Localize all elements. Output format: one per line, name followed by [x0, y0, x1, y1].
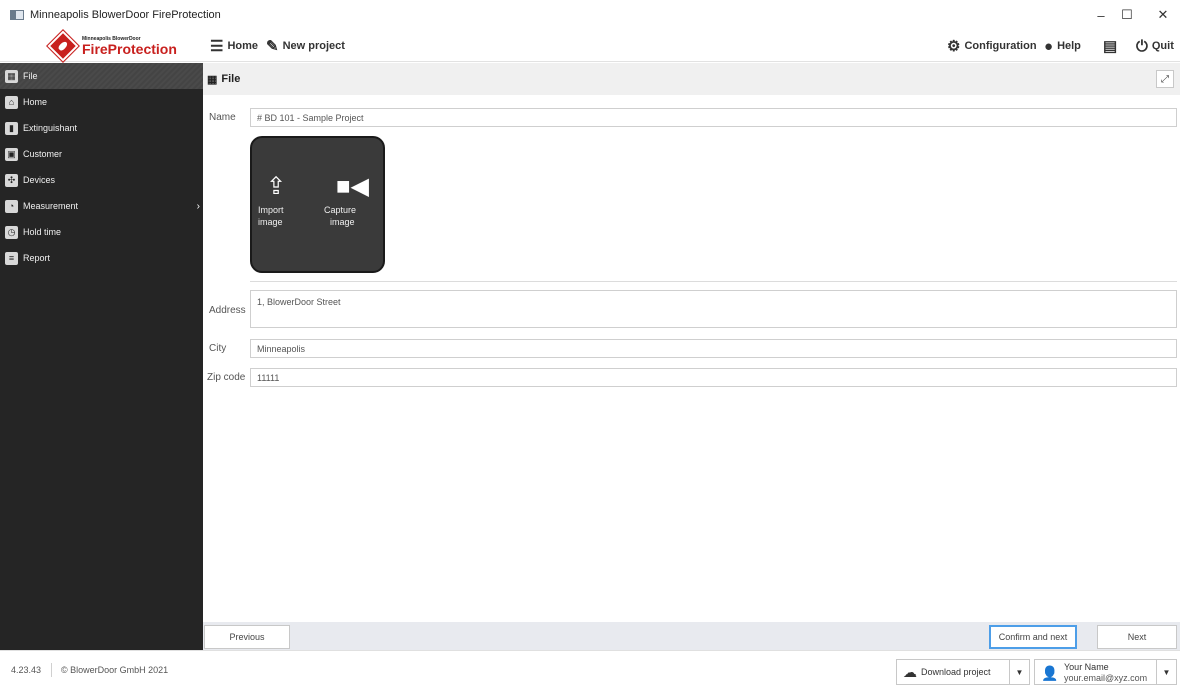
download-project-button[interactable]: ☁ Download project ▼: [896, 659, 1030, 685]
chevron-right-icon: ›: [196, 200, 200, 212]
expand-icon: ⤢: [1161, 73, 1169, 85]
window-title: Minneapolis BlowerDoor FireProtection: [30, 9, 221, 21]
sidebar-item-label: Report: [23, 253, 51, 263]
fan-icon: ✣: [5, 173, 18, 187]
extinguisher-icon: ▮: [5, 121, 18, 135]
sidebar-item-label: Home: [23, 97, 48, 107]
edit-icon: ✎: [266, 38, 279, 55]
app-logo: Minneapolis BlowerDoor FireProtection: [46, 29, 202, 63]
report-icon: ≡: [5, 251, 18, 265]
capture-image-label-2: image: [330, 217, 355, 227]
lightbulb-icon: ●: [1044, 37, 1054, 55]
configuration-label: Configuration: [964, 40, 1037, 52]
logo-big-text: FireProtection: [82, 40, 177, 57]
sidebar-item-file[interactable]: ▦ File: [0, 63, 203, 89]
sidebar-item-hold-time[interactable]: ◷ Hold time: [0, 219, 203, 245]
title-bar: Minneapolis BlowerDoor FireProtection: [0, 0, 1180, 30]
sidebar-item-label: Hold time: [23, 227, 62, 237]
previous-button[interactable]: Previous: [204, 625, 290, 649]
version-text: 4.23.43: [11, 665, 42, 675]
new-project-label: New project: [282, 40, 345, 52]
sidebar-item-label: Extinguishant: [23, 123, 78, 133]
page-header: ▦ File ⤢: [203, 63, 1180, 95]
user-icon: 👤: [1041, 665, 1059, 681]
city-field[interactable]: Minneapolis: [250, 339, 1177, 358]
maximize-button[interactable]: ☐: [1110, 0, 1144, 30]
name-label: Name: [209, 112, 236, 123]
fullscreen-button[interactable]: ⤢: [1156, 70, 1174, 88]
zip-code-field[interactable]: 11111: [250, 368, 1177, 387]
user-account-button[interactable]: 👤 Your Name your.email@xyz.com ▼: [1034, 659, 1177, 685]
city-label: City: [209, 343, 227, 354]
chevron-down-icon[interactable]: ▼: [1156, 660, 1176, 684]
user-name: Your Name: [1064, 662, 1109, 672]
confirm-and-next-button[interactable]: Confirm and next: [989, 625, 1077, 649]
contact-card-icon: ▣: [5, 147, 18, 161]
window-icon: ▤: [1103, 38, 1118, 55]
sidebar-item-extinguishant[interactable]: ▮ Extinguishant: [0, 115, 203, 141]
logo-flame-icon: [46, 29, 80, 63]
app-icon: [10, 10, 24, 20]
next-button[interactable]: Next: [1097, 625, 1177, 649]
close-button[interactable]: ✕: [1146, 0, 1180, 30]
sidebar-item-label: Devices: [23, 175, 56, 185]
home-label: Home: [227, 40, 259, 52]
page-title: File: [221, 73, 241, 85]
gauge-icon: ◔: [5, 199, 18, 213]
sidebar-item-home[interactable]: ⌂ Home: [0, 89, 203, 115]
sidebar: ▦ File ⌂ Home ▮ Extinguishant ▣ Customer…: [0, 63, 203, 650]
chevron-down-icon[interactable]: ▼: [1009, 660, 1029, 684]
home-button[interactable]: ☰ Home: [210, 36, 258, 56]
capture-image-label-1: Capture: [324, 205, 357, 215]
home-icon: ⌂: [5, 95, 18, 109]
status-separator: [51, 663, 52, 677]
sidebar-item-measurement[interactable]: ◔ Measurement ›: [0, 193, 203, 219]
server-icon: ☰: [210, 38, 224, 55]
stopwatch-icon: ◷: [5, 225, 18, 239]
toolbar: Minneapolis BlowerDoor FireProtection ☰ …: [0, 29, 1180, 63]
quit-button[interactable]: ⏻ Quit: [1136, 36, 1174, 56]
copyright-text: © BlowerDoor GmbH 2021: [61, 665, 169, 675]
sidebar-item-label: Measurement: [23, 201, 79, 211]
sidebar-item-devices[interactable]: ✣ Devices: [0, 167, 203, 193]
help-button[interactable]: ● Help: [1044, 36, 1081, 56]
import-image-label-2: image: [258, 217, 283, 227]
new-project-button[interactable]: ✎ New project: [266, 36, 345, 56]
cloud-download-icon: ☁: [903, 663, 917, 680]
sidebar-item-customer[interactable]: ▣ Customer: [0, 141, 203, 167]
sidebar-item-label: File: [23, 71, 38, 81]
upload-icon: ⇪: [266, 173, 287, 200]
configuration-button[interactable]: ⚙ Configuration: [947, 36, 1037, 56]
user-email: your.email@xyz.com: [1064, 673, 1148, 683]
download-project-label: Download project: [921, 667, 991, 677]
gear-icon: ⚙: [947, 38, 961, 55]
building-icon: ▦: [207, 73, 218, 86]
import-image-button[interactable]: ⇪ Import image: [258, 174, 286, 228]
status-bar: 4.23.43 © BlowerDoor GmbH 2021 ☁ Downloa…: [0, 650, 1180, 690]
quit-label: Quit: [1151, 40, 1174, 52]
sidebar-item-label: Customer: [23, 149, 63, 159]
building-icon: ▦: [5, 69, 18, 83]
zip-code-label: Zip code: [207, 372, 246, 383]
address-label: Address: [209, 305, 246, 316]
image-panel: ⇪ Import image ■◀ Capture image: [250, 136, 385, 273]
import-image-label-1: Import: [258, 205, 284, 215]
address-field[interactable]: 1, BlowerDoor Street: [250, 290, 1177, 328]
sidebar-item-report[interactable]: ≡ Report: [0, 245, 203, 271]
window-view-button[interactable]: ▤: [1103, 36, 1121, 56]
capture-image-button[interactable]: ■◀ Capture image: [324, 174, 369, 228]
power-icon: ⏻: [1136, 37, 1148, 55]
help-label: Help: [1057, 40, 1081, 52]
wizard-nav-bar: Previous Confirm and next Next: [203, 622, 1180, 650]
divider: [250, 281, 1177, 282]
video-camera-icon: ■◀: [336, 173, 369, 200]
name-field[interactable]: # BD 101 - Sample Project: [250, 108, 1177, 127]
